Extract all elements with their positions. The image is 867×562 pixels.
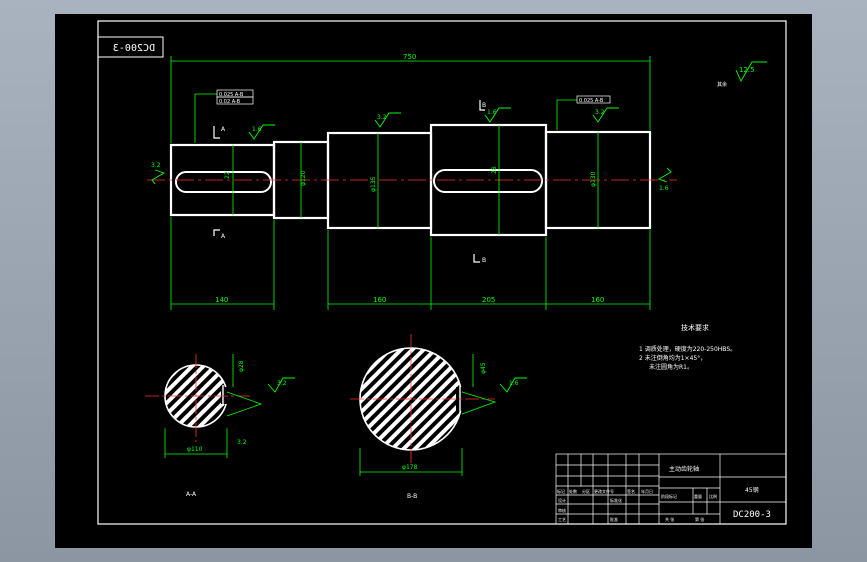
drawing-number: DC200-3 <box>733 510 771 520</box>
tech-req-line-3: 未注圆角为R1。 <box>649 363 693 371</box>
roughness-2: 3.2 <box>377 114 387 121</box>
seg4-length-dim: 205 <box>482 296 495 304</box>
svg-text:处数: 处数 <box>569 488 577 494</box>
seg3-length-dim: 160 <box>373 296 386 304</box>
d2-dim: φ120 <box>300 170 307 186</box>
d5-dim: φ130 <box>590 171 597 187</box>
svg-text:阶段标记: 阶段标记 <box>661 493 677 499</box>
section-marker-b-bottom: B <box>482 257 486 264</box>
svg-text:0.02 A-B: 0.02 A-B <box>219 99 241 105</box>
tech-requirements: 技术要求 1 调质处理，硬度为220-250HBS。 2 未注倒角均为1×45°… <box>639 323 736 371</box>
roughness-other-label: 其余 <box>717 81 727 88</box>
section-b-b <box>350 334 497 476</box>
svg-text:分区: 分区 <box>582 488 590 494</box>
roughness-5: 3.2 <box>151 162 161 169</box>
roughness-corner: 12.5 <box>739 66 755 74</box>
roughness-3: 1.6 <box>487 109 497 116</box>
roughness-9: 3.2 <box>237 439 247 446</box>
tech-req-line-2: 2 未注倒角均为1×45°， <box>639 354 706 362</box>
svg-text:共 张: 共 张 <box>665 516 674 522</box>
section-marker-a-bottom: A <box>221 233 226 240</box>
svg-text:0.025 A-B: 0.025 A-B <box>219 92 244 98</box>
roughness-1: 1.6 <box>252 126 262 133</box>
roughness-8: 1.6 <box>509 380 519 387</box>
svg-text:批准: 批准 <box>610 516 618 522</box>
tolerance-frame-right: 0.025 A-B <box>576 95 611 104</box>
section-b-keyway: φ45 <box>480 362 487 374</box>
title-header-cells: 标记 处数 分区 更改文件号 签名 年月日 <box>557 488 653 494</box>
section-a-keyway: φ28 <box>238 360 245 372</box>
code-stamp: DC200-3 <box>113 43 155 54</box>
svg-text:比例: 比例 <box>709 493 717 499</box>
svg-text:签名: 签名 <box>627 488 635 494</box>
section-b-label: B-B <box>407 493 417 500</box>
roughness-4: 3.2 <box>595 109 605 116</box>
material: 45钢 <box>745 486 759 494</box>
section-marker-a-top: A <box>221 126 226 133</box>
svg-text:更改文件号: 更改文件号 <box>594 488 614 494</box>
keyway-right <box>433 169 543 193</box>
svg-text:工艺: 工艺 <box>558 517 566 522</box>
overall-length-dim: 750 <box>403 53 416 61</box>
drawing-viewport: DC200-3 750 140 160 205 160 22 φ120 φ135… <box>55 14 812 548</box>
title-row-labels: 设计 审核 工艺 标准化 批准 <box>558 497 622 522</box>
section-marker-b-top: B <box>482 102 486 109</box>
shaft-drawing: DC200-3 750 140 160 205 160 22 φ120 φ135… <box>97 20 787 525</box>
tolerance-frame-left: 0.025 A-B 0.02 A-B <box>216 89 254 105</box>
svg-text:标记: 标记 <box>557 488 565 494</box>
roughness-7: 3.2 <box>277 380 287 387</box>
svg-text:设计: 设计 <box>558 497 566 503</box>
tech-req-line-1: 1 调质处理，硬度为220-250HBS。 <box>639 345 736 353</box>
svg-text:重量: 重量 <box>694 493 702 499</box>
svg-text:审核: 审核 <box>558 507 566 513</box>
roughness-symbols <box>151 61 767 393</box>
seg1-length-dim: 140 <box>215 296 228 304</box>
seg5-length-dim: 160 <box>591 296 604 304</box>
section-a-label: A-A <box>186 491 197 498</box>
section-a-diameter: φ110 <box>187 446 203 453</box>
svg-text:第 张: 第 张 <box>695 516 704 522</box>
tech-req-title: 技术要求 <box>681 323 709 332</box>
keyway-depth-dim: 22 <box>224 171 231 179</box>
keyway-depth2-dim: 28 <box>491 166 498 174</box>
roughness-6: 1.6 <box>659 185 669 192</box>
svg-text:0.025 A-B: 0.025 A-B <box>579 98 604 104</box>
section-b-diameter: φ178 <box>402 464 418 471</box>
svg-text:标准化: 标准化 <box>610 497 622 503</box>
svg-text:年月日: 年月日 <box>641 488 653 494</box>
part-name: 主动齿轮轴 <box>669 465 699 473</box>
title-stage-labels: 阶段标记 重量 比例 共 张 第 张 <box>661 493 717 522</box>
d3-dim: φ135 <box>370 176 377 192</box>
